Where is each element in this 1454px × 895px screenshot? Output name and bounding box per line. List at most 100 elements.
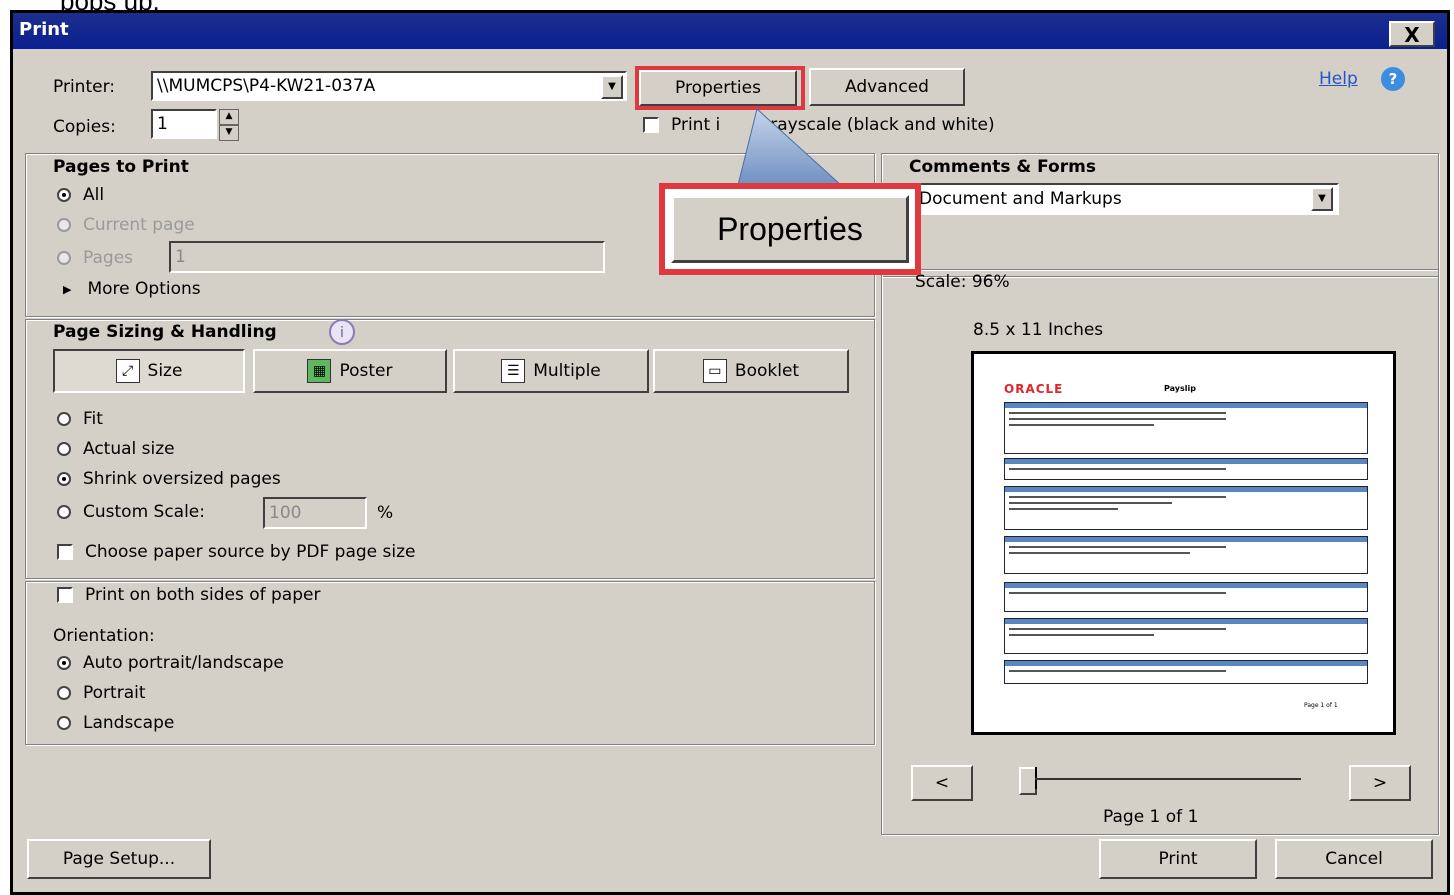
shrink-radio-dot[interactable] [57,472,71,486]
print-dialog: Print X Printer: \\MUMCPS\P4-KW21-037A ▼… [10,10,1450,895]
advanced-button[interactable]: Advanced [809,68,965,106]
copies-label: Copies: [53,117,116,137]
cancel-button[interactable]: Cancel [1275,839,1433,879]
printer-value: \\MUMCPS\P4-KW21-037A [157,76,376,96]
current-page-radio: Current page [57,215,195,235]
preview-block [1004,458,1368,480]
custom-scale-label: Custom Scale: [83,502,205,522]
comments-dropdown-arrow-icon[interactable]: ▼ [1311,187,1333,211]
next-page-button[interactable]: > [1349,765,1411,801]
grayscale-label-prefix: Print i [671,115,721,135]
properties-highlight [635,66,805,110]
preview-block [1004,660,1368,684]
actual-size-radio[interactable]: Actual size [57,439,175,459]
paper-source-checkbox-box[interactable] [57,544,73,560]
duplex-checkbox[interactable]: Print on both sides of paper [57,585,320,605]
more-options-label: More Options [87,279,201,299]
preview-block [1004,536,1368,574]
printer-label: Printer: [53,77,115,97]
current-page-label: Current page [83,215,195,235]
help-icon[interactable]: ? [1381,67,1405,91]
auto-orientation-radio[interactable]: Auto portrait/landscape [57,653,284,673]
preview-block [1004,582,1368,612]
poster-label: Poster [339,361,393,381]
portrait-label: Portrait [83,683,146,703]
copies-stepper[interactable]: ▲ ▼ [219,109,239,141]
comments-title: Comments & Forms [909,157,1096,177]
stepper-up-icon[interactable]: ▲ [219,109,239,125]
paper-source-label: Choose paper source by PDF page size [85,542,416,562]
prev-page-button[interactable]: < [911,765,973,801]
actual-size-label: Actual size [83,439,175,459]
percent-label: % [377,503,394,523]
preview-block [1004,486,1368,530]
size-icon: ⤢ [115,359,140,383]
duplex-label: Print on both sides of paper [85,585,321,605]
landscape-radio-dot[interactable] [57,716,71,730]
help-link[interactable]: Help [1319,69,1358,89]
preview-block [1004,618,1368,654]
booklet-button[interactable]: ▭ Booklet [653,349,849,393]
fit-label: Fit [83,409,103,429]
expand-triangle-icon: ▶ [63,282,72,296]
dialog-title: Print [19,19,69,40]
multiple-button[interactable]: ☰ Multiple [453,349,649,393]
fit-radio-dot[interactable] [57,412,71,426]
callout-highlight: Properties [659,183,921,275]
title-bar: Print X [13,13,1447,49]
poster-icon: ▦ [307,359,332,383]
printer-dropdown-arrow-icon[interactable]: ▼ [601,75,623,99]
custom-scale-radio-dot[interactable] [57,505,71,519]
landscape-label: Landscape [83,713,175,733]
preview-footer: Page 1 of 1 [1304,702,1338,709]
actual-size-radio-dot[interactable] [57,442,71,456]
paper-source-checkbox[interactable]: Choose paper source by PDF page size [57,542,415,562]
duplex-checkbox-box[interactable] [57,587,73,603]
more-options-toggle[interactable]: ▶ More Options [63,279,201,299]
grayscale-checkbox-box[interactable] [643,117,659,133]
page-setup-button[interactable]: Page Setup... [27,839,211,879]
printer-select[interactable]: \\MUMCPS\P4-KW21-037A [151,71,627,101]
custom-scale-field: 100 [263,497,367,529]
callout-properties-button: Properties [671,195,909,263]
landscape-radio[interactable]: Landscape [57,713,174,733]
info-icon[interactable]: i [329,319,355,345]
page-sizing-title: Page Sizing & Handling [53,322,277,342]
paper-size-readout: 8.5 x 11 Inches [973,320,1104,340]
preview-doc-title: Payslip [1164,384,1196,393]
portrait-radio-dot[interactable] [57,686,71,700]
preview-block [1004,402,1368,454]
portrait-radio[interactable]: Portrait [57,683,146,703]
shrink-radio[interactable]: Shrink oversized pages [57,469,281,489]
copies-field[interactable]: 1 [151,109,217,139]
comments-select[interactable]: Document and Markups [913,183,1339,215]
print-button[interactable]: Print [1099,839,1257,879]
custom-scale-radio[interactable]: Custom Scale: [57,502,205,522]
pages-radio-dot [57,251,71,265]
booklet-label: Booklet [734,361,800,381]
pages-label: Pages [83,248,134,268]
all-radio-dot[interactable] [57,188,71,202]
pages-range-field: 1 [169,241,605,273]
poster-button[interactable]: ▦ Poster [253,349,447,393]
auto-orientation-radio-dot[interactable] [57,656,71,670]
size-button[interactable]: ⤢ Size [53,349,245,393]
stepper-down-icon[interactable]: ▼ [219,125,239,141]
fit-radio[interactable]: Fit [57,409,103,429]
close-button[interactable]: X [1389,21,1435,47]
multiple-label: Multiple [533,361,601,381]
pages-to-print-title: Pages to Print [53,157,189,177]
page-slider-track[interactable] [1035,778,1301,780]
orientation-title: Orientation: [53,626,155,646]
shrink-label: Shrink oversized pages [83,469,281,489]
booklet-icon: ▭ [702,359,727,383]
all-radio[interactable]: All [57,185,104,205]
scale-readout: Scale: 96% [915,272,1010,292]
pages-radio: Pages [57,248,133,268]
multiple-icon: ☰ [501,359,526,383]
size-label: Size [147,361,183,381]
comments-value: Document and Markups [919,189,1122,209]
auto-orientation-label: Auto portrait/landscape [83,653,284,673]
page-indicator: Page 1 of 1 [1103,807,1199,827]
oracle-logo: ORACLE [1004,382,1064,396]
